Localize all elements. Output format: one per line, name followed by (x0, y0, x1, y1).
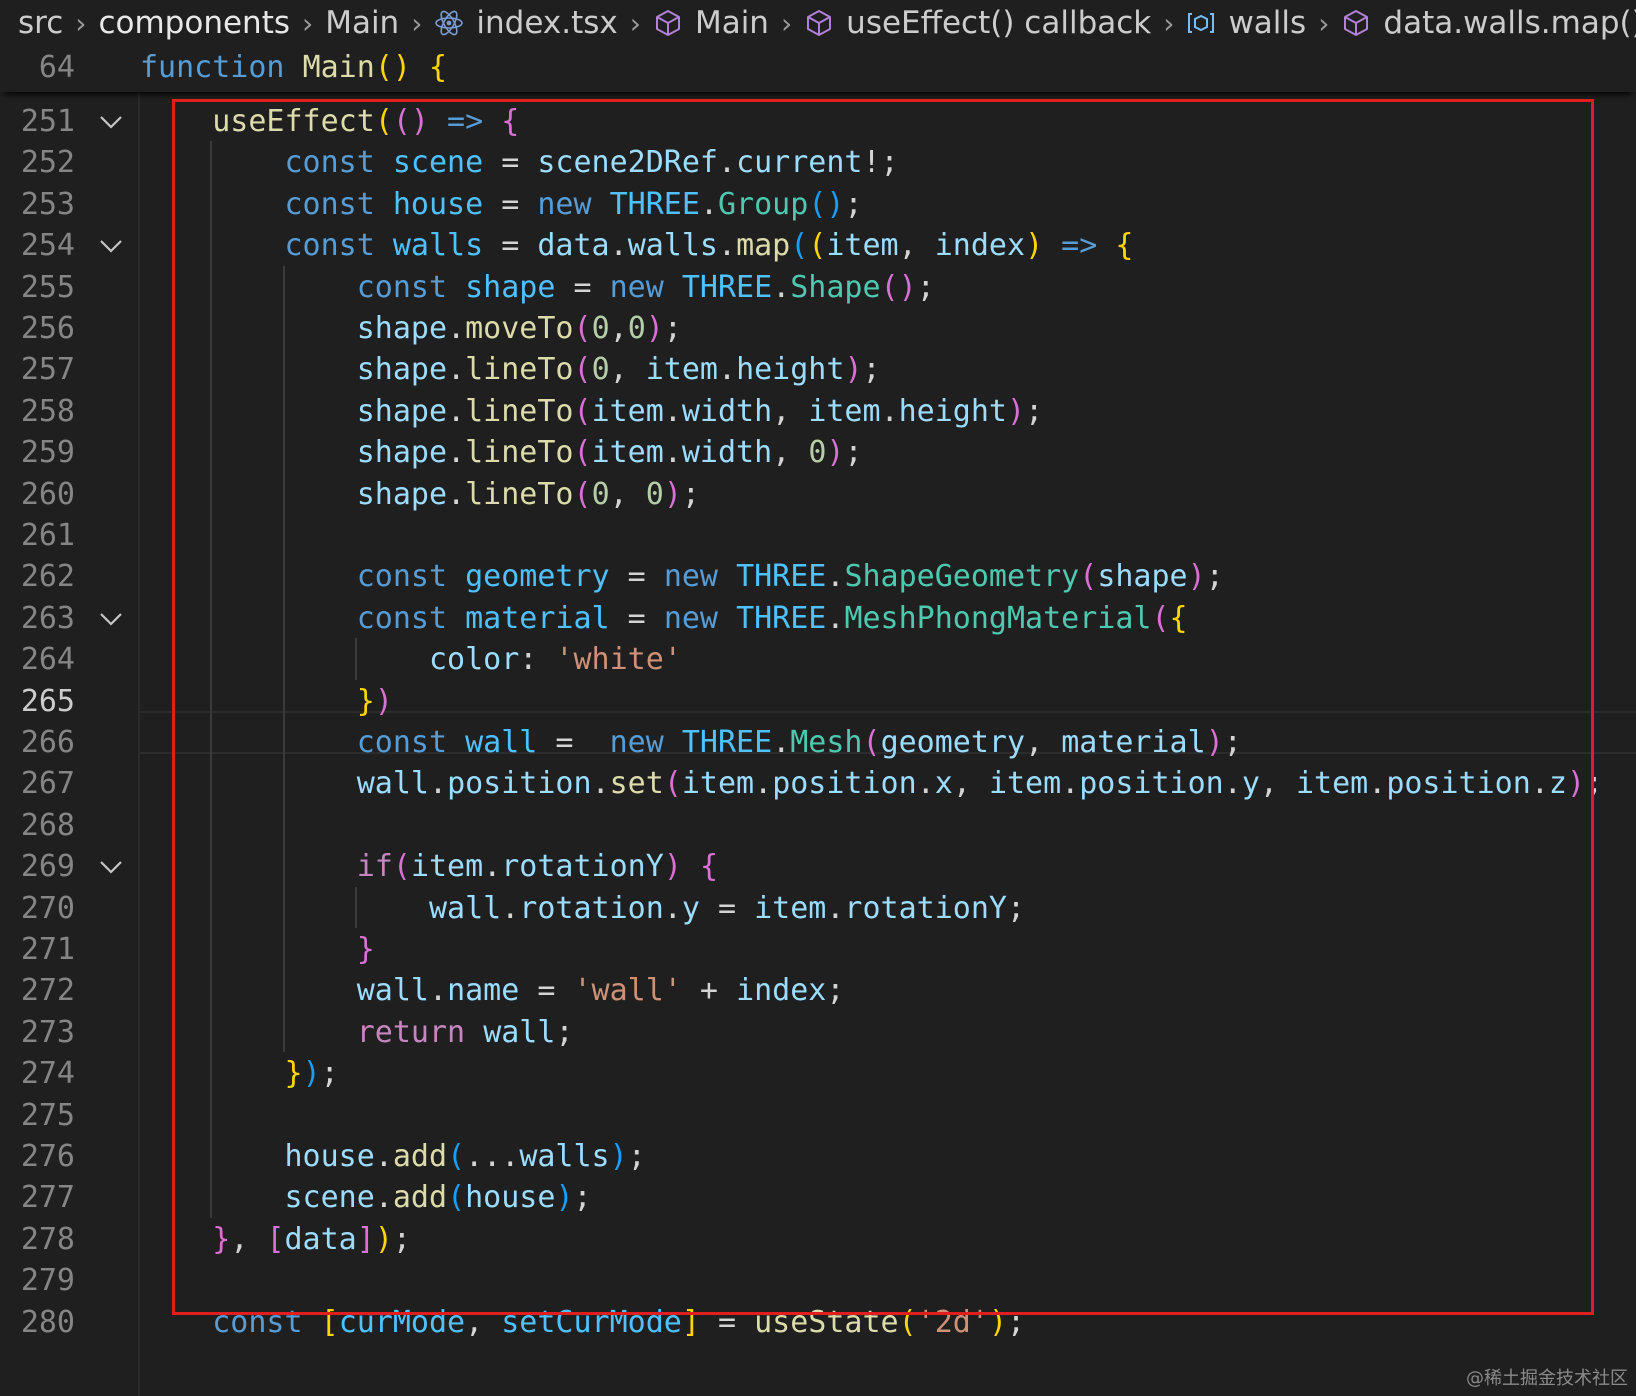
breadcrumb: src › components › Main › index.tsx › Main › useEf… (0, 0, 1636, 46)
code-token: { (429, 50, 448, 85)
chevron-right-icon: › (780, 6, 793, 40)
annotation-highlight-box (172, 99, 1594, 1315)
line-number: 251 (20, 104, 75, 139)
line-number: 270 (20, 890, 75, 926)
line-number: 269 (20, 849, 75, 885)
cube-icon (653, 8, 683, 38)
sticky-scroll-header[interactable]: 64 function Main() { (0, 46, 1636, 92)
line-number: 266 (20, 725, 75, 760)
watermark: @稀土掘金技术社区 (1466, 1368, 1628, 1389)
line-number: 260 (20, 476, 75, 512)
chevron-right-icon: › (1318, 6, 1330, 40)
line-number: 276 (20, 1139, 75, 1174)
code-line: function Main() { (140, 46, 447, 89)
line-number: 252 (20, 145, 75, 181)
line-number: 253 (20, 186, 75, 222)
breadcrumb-label: Main (325, 5, 400, 41)
line-number: 258 (20, 393, 75, 429)
chevron-right-icon: › (411, 6, 423, 40)
breadcrumb-item[interactable]: › useEffect() callback (769, 5, 1151, 41)
cube-icon (1341, 8, 1371, 38)
breadcrumb-item[interactable]: › walls (1151, 5, 1306, 41)
breadcrumb-label: src (18, 5, 64, 41)
line-number: 275 (20, 1097, 75, 1133)
breadcrumb-item[interactable]: › components (63, 5, 290, 41)
breadcrumb-item[interactable]: › Main (618, 5, 769, 41)
line-number: 64 (38, 50, 75, 85)
line-number: 261 (20, 518, 75, 553)
line-number: 267 (20, 766, 75, 802)
line-number: 255 (20, 269, 75, 305)
breadcrumb-label: data.walls.map() c (1383, 5, 1636, 41)
code-token: Main (302, 50, 375, 85)
breadcrumb-item[interactable]: › index.tsx (399, 5, 618, 41)
line-number: 254 (20, 228, 75, 264)
line-number: 271 (20, 932, 75, 967)
line-number: 274 (20, 1056, 75, 1092)
line-number: 277 (20, 1180, 75, 1216)
chevron-right-icon: › (1163, 6, 1175, 40)
line-number: 257 (20, 352, 75, 388)
breadcrumb-item[interactable]: › Main (290, 5, 399, 41)
breadcrumb-label: index.tsx (476, 5, 618, 41)
line-number: 279 (20, 1263, 75, 1299)
chevron-right-icon: › (302, 6, 314, 40)
chevron-right-icon: › (629, 6, 641, 40)
line-number: 268 (20, 807, 75, 843)
line-number: 272 (20, 973, 75, 1009)
chevron-right-icon: › (75, 6, 87, 40)
breadcrumb-label: walls (1228, 5, 1307, 41)
line-number: 264 (20, 642, 75, 678)
line-number: 265 (20, 683, 75, 719)
variable-icon (1186, 8, 1216, 38)
line-number: 259 (20, 435, 75, 471)
line-number: 256 (20, 311, 75, 346)
breadcrumb-label: Main (694, 5, 769, 41)
breadcrumb-label: useEffect() callback (846, 5, 1152, 41)
code-token: function (140, 50, 303, 85)
line-number: 273 (20, 1014, 75, 1050)
breadcrumb-item[interactable]: › data.walls.map() c (1306, 5, 1636, 41)
react-icon (434, 8, 464, 38)
cube-icon (804, 8, 834, 38)
line-number: 280 (20, 1304, 75, 1340)
line-number: 262 (20, 559, 75, 595)
code-token: () (374, 50, 411, 85)
breadcrumb-item[interactable]: src (18, 5, 63, 41)
line-number: 278 (20, 1221, 75, 1257)
breadcrumb-label: components (98, 5, 290, 41)
line-number: 263 (20, 600, 75, 636)
